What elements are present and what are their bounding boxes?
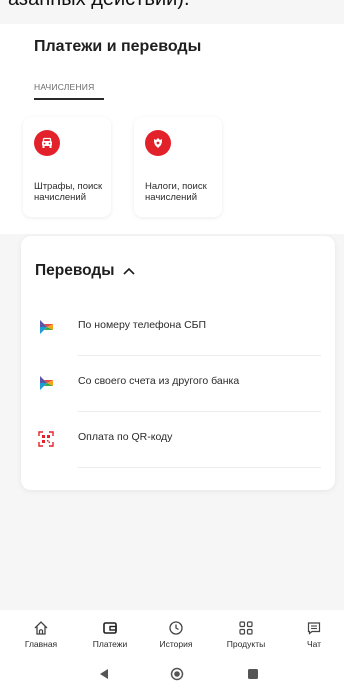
nav-home[interactable]: Главная [11,620,71,649]
bottom-navigation: Главная Платежи История Продукты Чат [0,610,344,658]
chat-icon [307,622,321,635]
tile-taxes-label: Налоги, поиск начислений [145,181,207,203]
home-circle-icon[interactable] [170,667,184,681]
wallet-icon [103,622,117,634]
sbp-icon [40,320,53,334]
transfer-item-sbp-phone[interactable]: По номеру телефона СБП [21,300,335,356]
sbp-icon [40,376,53,390]
nav-label: История [159,639,193,649]
system-navigation-bar [0,658,344,693]
home-icon [34,621,48,635]
divider [78,467,321,468]
nav-label: Чат [306,639,322,649]
car-icon [34,130,60,156]
transfer-item-label: Со своего счета из другого банка [78,375,240,387]
tile-fines-label: Штрафы, поиск начислений [34,181,103,203]
page-title: Платежи и переводы [34,38,202,55]
qr-icon [38,431,54,447]
nav-history[interactable]: История [146,620,206,649]
back-icon[interactable] [98,668,110,680]
transfer-item-label: Оплата по QR-коду [78,431,173,443]
transfer-item-other-bank[interactable]: Со своего счета из другого банка [21,356,335,412]
cropped-heading-text: азанных действий). [0,0,344,11]
emblem-icon [145,130,171,156]
transfer-item-label: По номеру телефона СБП [78,319,207,331]
tile-fines[interactable]: Штрафы, поиск начислений [23,117,111,217]
nav-label: Главная [24,639,58,649]
transfers-title: Переводы [35,262,115,279]
transfers-card: Переводы По номеру телефона СБП Со своег… [21,236,335,490]
nav-products[interactable]: Продукты [216,620,276,649]
nav-payments[interactable]: Платежи [80,620,140,649]
grid-icon [239,621,253,635]
tile-taxes[interactable]: Налоги, поиск начислений [134,117,222,217]
nav-label: Продукты [226,639,266,649]
recents-icon[interactable] [247,668,259,680]
nav-label: Платежи [92,639,128,649]
nav-chat[interactable]: Чат [284,620,344,649]
transfers-header[interactable]: Переводы [35,262,135,280]
chevron-up-icon [122,267,135,275]
tab-charges[interactable]: НАЧИСЛЕНИЯ [34,82,104,100]
clock-icon [169,621,183,635]
transfer-item-qr[interactable]: Оплата по QR-коду [21,412,335,468]
